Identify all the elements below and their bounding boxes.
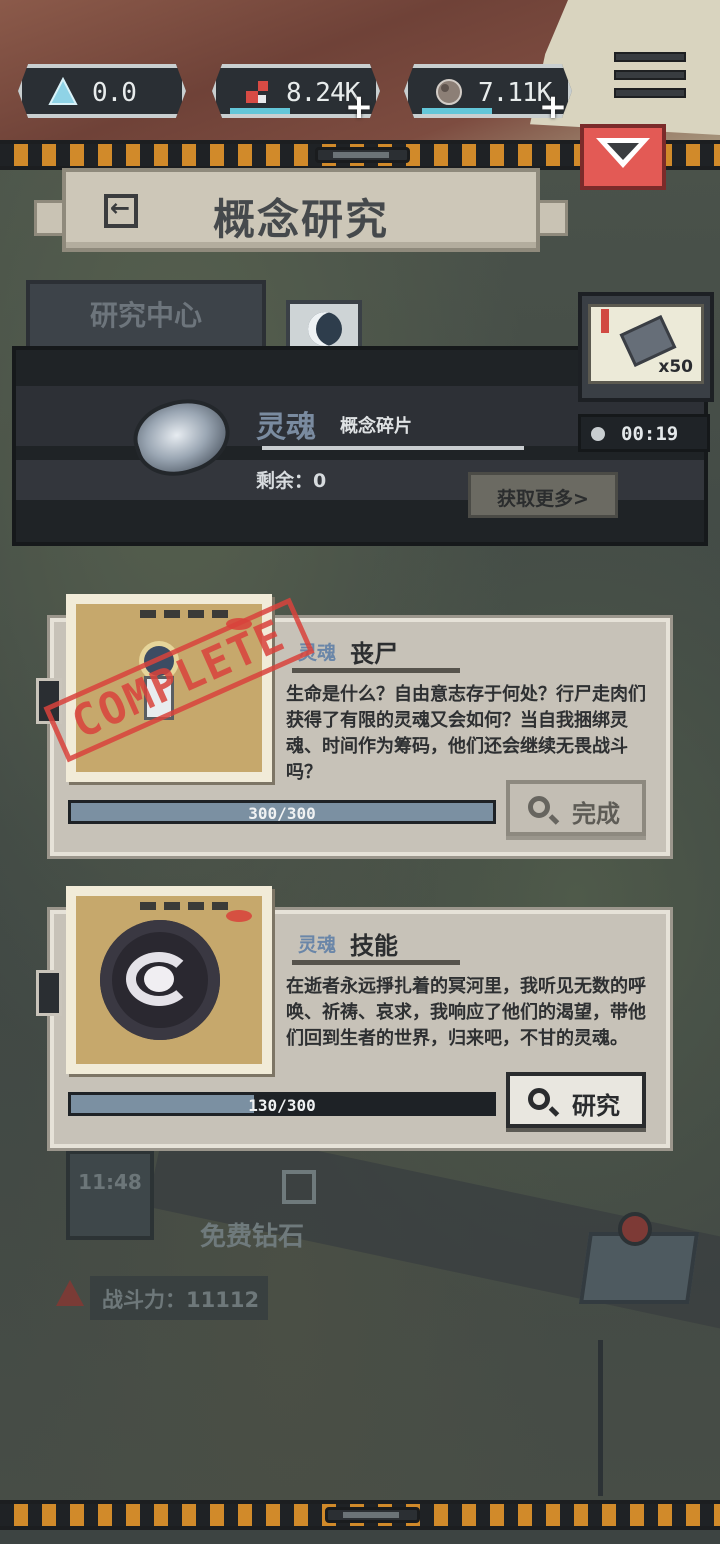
card-progress-text: 300/300 <box>248 804 316 823</box>
thumbnail-dashes <box>140 610 236 618</box>
menu-icon-line <box>614 88 686 98</box>
background-timer-text: 11:48 <box>78 1170 142 1194</box>
magnifier-icon <box>528 1088 550 1110</box>
card-description: 在逝者永远掙扎着的冥河里，我听见无数的呼唤、祈祷、哀求，我响应了他们的渴望，带他… <box>286 976 646 1049</box>
card-name-underline <box>292 668 460 673</box>
triangle-gem-icon <box>48 77 78 105</box>
map-pin-icon <box>618 1212 652 1246</box>
warning-icon <box>56 1280 84 1306</box>
combat-power-text: 战斗力：11112 <box>102 1288 260 1312</box>
card-name-underline <box>292 960 460 965</box>
material-divider <box>262 446 524 450</box>
panel-handle-bottom <box>325 1507 420 1523</box>
alert-mark-icon <box>601 309 609 333</box>
soul-swirl-icon <box>100 920 220 1040</box>
reward-timer-text: 00:19 <box>621 423 679 445</box>
add-blood-button[interactable]: + <box>344 90 374 124</box>
page-title: 概念研究 <box>212 195 389 244</box>
combat-power-badge: 战斗力：11112 <box>90 1276 268 1320</box>
card-progress-text: 130/300 <box>248 1096 316 1115</box>
soul-swirl-core <box>144 966 174 992</box>
thumbnail-dashes <box>140 902 236 910</box>
reward-timer: 00:19 <box>578 414 710 452</box>
menu-button[interactable] <box>614 52 686 116</box>
material-name: 灵魂 <box>256 410 316 445</box>
card-clip <box>36 970 62 1016</box>
complete-button-label: 完成 <box>572 800 620 828</box>
material-subtitle: 概念碎片 <box>340 416 412 437</box>
menu-icon-line <box>614 52 686 62</box>
research-button-label: 研究 <box>572 1092 620 1120</box>
collapse-panel-button[interactable] <box>580 124 666 190</box>
menu-icon-line <box>614 70 686 80</box>
card-progress-bar: 300/300 <box>68 800 496 824</box>
background-timer-badge: 11:48 <box>66 1150 154 1240</box>
card-name: 技能 <box>350 932 398 960</box>
blood-shard-icon <box>246 81 268 103</box>
background-pole <box>598 1340 603 1496</box>
resource-blood-bar <box>230 108 290 114</box>
research-button[interactable]: 研究 <box>506 1072 646 1128</box>
clock-icon <box>591 427 605 441</box>
chevron-down-icon <box>596 138 650 168</box>
thumbnail-red-mark <box>226 910 252 922</box>
hazard-border-bottom <box>0 1500 720 1530</box>
resource-gem: 0.0 <box>18 64 186 118</box>
panel-handle-top <box>315 147 410 163</box>
card-type: 灵魂 <box>298 934 337 956</box>
add-ore-button[interactable]: + <box>538 90 568 124</box>
complete-button[interactable]: 完成 <box>506 780 646 836</box>
magnifier-icon <box>528 796 550 818</box>
free-diamond-label: 免费钻石 <box>200 1222 305 1252</box>
ore-chunk-icon <box>436 79 462 105</box>
reward-count: x50 <box>658 357 693 377</box>
card-progress-bar: 130/300 <box>68 1092 496 1116</box>
reward-card-inner: x50 <box>588 304 704 384</box>
video-icon <box>282 1170 316 1204</box>
tab-research-center[interactable]: 研究中心 <box>26 280 266 346</box>
reward-card[interactable]: x50 <box>578 292 714 402</box>
resource-gem-value: 0.0 <box>92 78 137 108</box>
card-name: 丧尸 <box>350 640 398 668</box>
card-description: 生命是什么？自由意志存于何处？行尸走肉们获得了有限的灵魂又会如何？当自我捆绑灵魂… <box>286 684 646 783</box>
tab-research-center-label: 研究中心 <box>89 299 202 332</box>
title-plate: 概念研究 <box>62 168 540 252</box>
get-more-button[interactable]: 获取更多> <box>468 472 618 518</box>
get-more-label: 获取更多> <box>497 488 589 510</box>
soul-moon-icon <box>308 312 342 346</box>
material-remaining: 剩余：0 <box>256 470 327 492</box>
resource-ore-bar <box>422 108 492 114</box>
